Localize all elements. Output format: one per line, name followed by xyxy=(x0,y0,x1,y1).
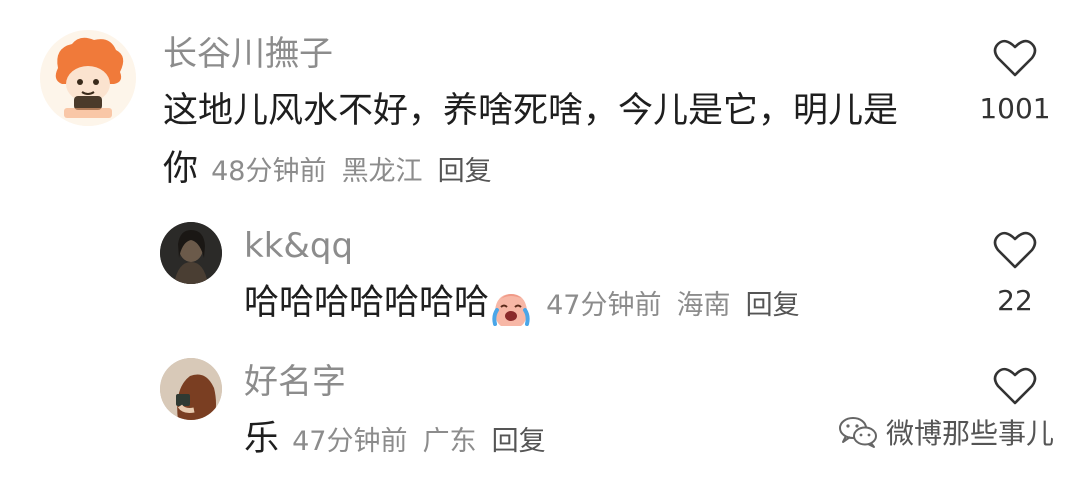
avatar[interactable] xyxy=(40,30,136,126)
heart-icon xyxy=(993,39,1037,77)
comment-username[interactable]: kk&qq xyxy=(244,226,353,266)
reply-button[interactable]: 回复 xyxy=(492,426,546,457)
comment-text: 乐 xyxy=(244,419,280,459)
comment-username[interactable]: 好名字 xyxy=(244,362,346,402)
comment-text: 这地儿风水不好，养啥死啥，今儿是它，明儿是 xyxy=(163,91,899,131)
comment-text-continued: 你 48分钟前 黑龙江 回复 xyxy=(163,140,492,204)
like-button[interactable] xyxy=(993,38,1037,82)
like-button[interactable] xyxy=(993,230,1037,274)
like-count: 22 xyxy=(997,284,1033,317)
watermark: 微博那些事儿 xyxy=(838,412,1054,452)
avatar[interactable] xyxy=(160,358,222,420)
comment-text: 哈哈哈哈哈哈哈 xyxy=(244,283,490,323)
like-count: 1001 xyxy=(979,92,1051,125)
comment-location: 广东 xyxy=(422,426,477,457)
comment-body: 乐 47分钟前 广东 回复 xyxy=(244,410,546,474)
comment-location: 海南 xyxy=(676,290,731,321)
like-button[interactable] xyxy=(993,366,1037,410)
comment-time: 47分钟前 xyxy=(292,426,408,457)
comment-username[interactable]: 长谷川撫子 xyxy=(163,34,333,74)
heart-icon xyxy=(993,367,1037,405)
comment-time: 48分钟前 xyxy=(211,156,327,187)
wechat-icon xyxy=(839,417,877,448)
reply-button[interactable]: 回复 xyxy=(746,290,800,321)
heart-icon xyxy=(993,231,1037,269)
crying-laughing-face-icon xyxy=(491,290,531,330)
reply-button[interactable]: 回复 xyxy=(438,156,492,187)
comment-body: 哈哈哈哈哈哈哈 47分钟前 海南 回复 xyxy=(244,274,800,338)
comment-text-line2: 你 xyxy=(163,149,199,189)
comment-location: 黑龙江 xyxy=(341,156,423,187)
avatar[interactable] xyxy=(160,222,222,284)
watermark-text: 微博那些事儿 xyxy=(886,417,1055,450)
comment-time: 47分钟前 xyxy=(546,290,662,321)
